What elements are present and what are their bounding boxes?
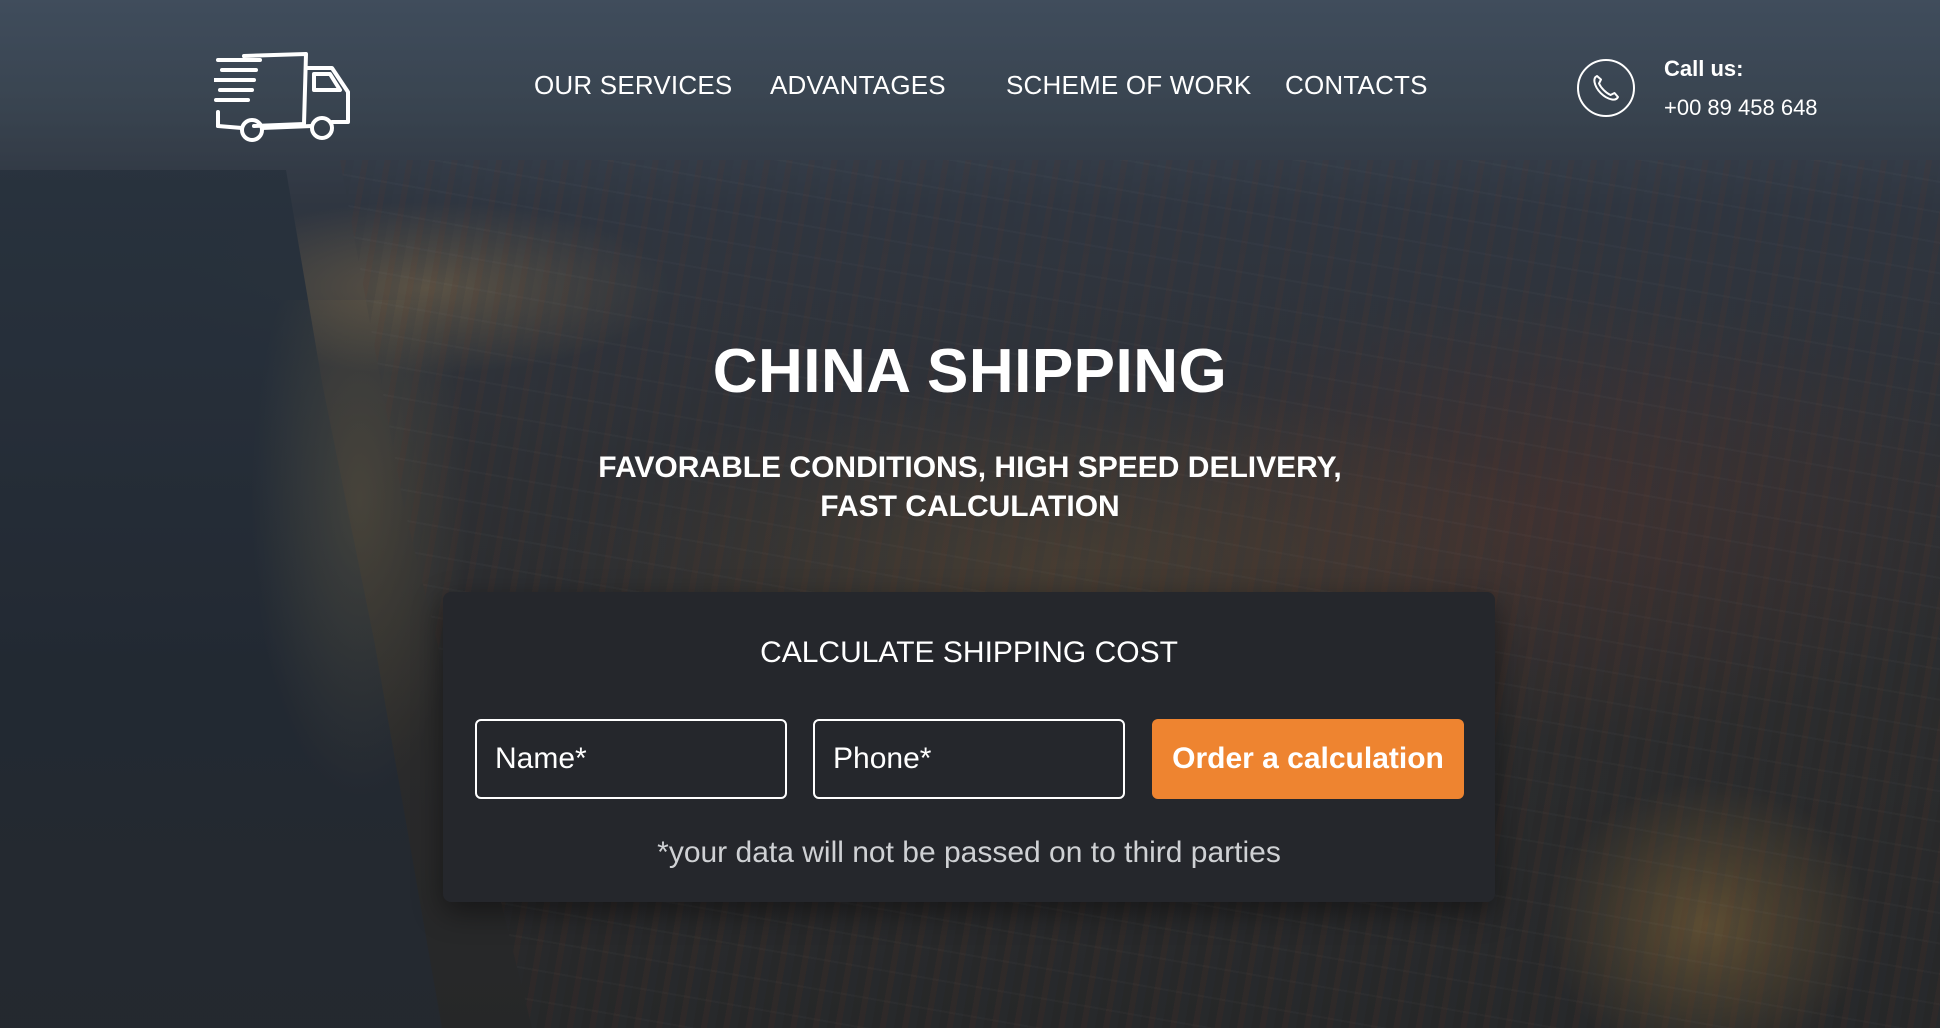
name-field[interactable] [475,719,787,799]
hero-subtitle-line-1: FAVORABLE CONDITIONS, HIGH SPEED DELIVER… [598,451,1342,484]
calculation-form: CALCULATE SHIPPING COST Order a calculat… [443,592,1495,902]
main-nav: OUR SERVICES ADVANTAGES SCHEME OF WORK C… [0,70,1940,106]
nav-item-our-services[interactable]: OUR SERVICES [534,70,732,101]
phone-number[interactable]: +00 89 458 648 [1664,95,1818,121]
form-title: CALCULATE SHIPPING COST [760,636,1178,669]
hero-subtitle: FAVORABLE CONDITIONS, HIGH SPEED DELIVER… [0,448,1940,526]
phone-icon[interactable] [1576,58,1636,118]
nav-item-contacts[interactable]: CONTACTS [1285,70,1428,101]
call-us-label: Call us: [1664,56,1744,81]
nav-item-scheme-of-work[interactable]: SCHEME OF WORK [1006,70,1251,101]
privacy-note: *your data will not be passed on to thir… [657,836,1281,869]
order-calculation-button[interactable]: Order a calculation [1152,719,1464,799]
hero-subtitle-line-2: FAST CALCULATION [820,490,1120,523]
phone-field[interactable] [813,719,1125,799]
nav-item-advantages[interactable]: ADVANTAGES [770,70,946,101]
page-title: CHINA SHIPPING [712,337,1228,406]
hero-section: OUR SERVICES ADVANTAGES SCHEME OF WORK C… [0,0,1940,1028]
